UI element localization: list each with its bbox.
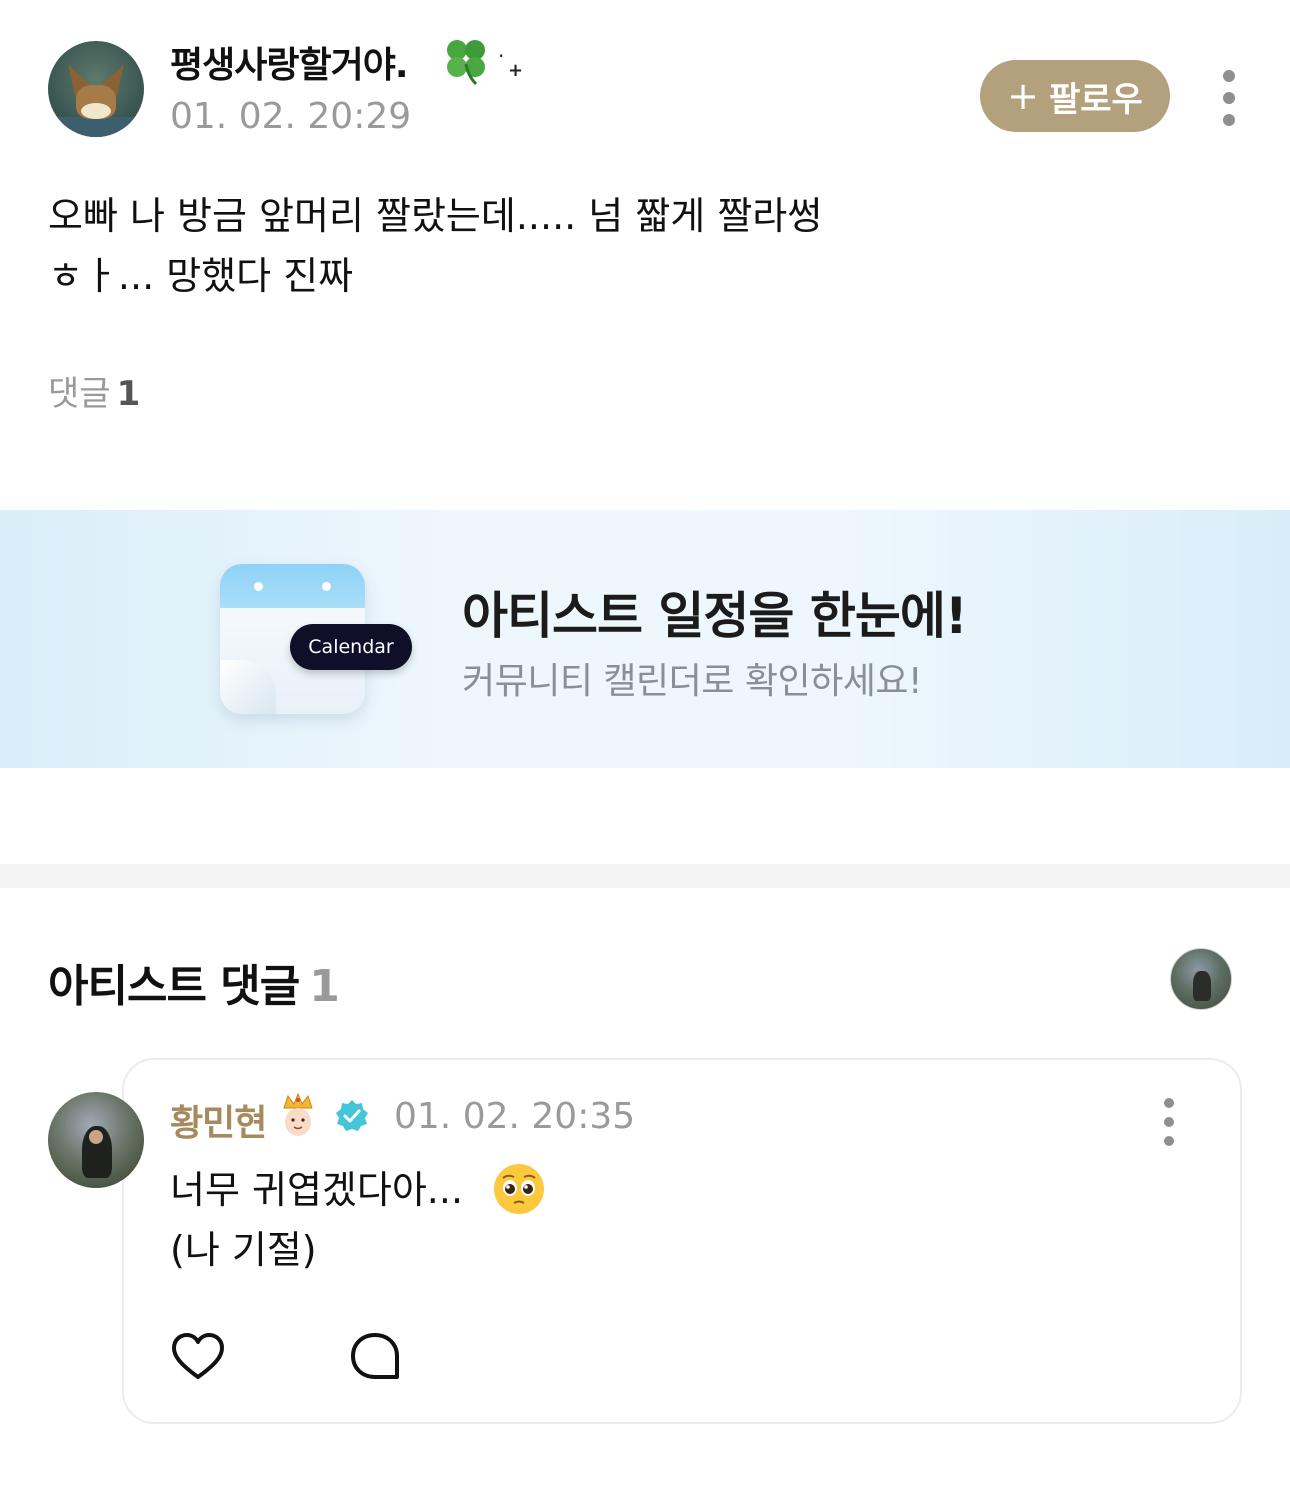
artist-comments-label: 아티스트 댓글: [48, 961, 300, 1012]
sparkle-plus-icon: +: [508, 60, 524, 81]
post-timestamp: 01. 02. 20:29: [170, 96, 412, 137]
four-leaf-clover-icon: [447, 40, 485, 86]
pleading-face-emoji: [494, 1164, 544, 1214]
banner-subtitle: 커뮤니티 캘린더로 확인하세요!: [462, 661, 922, 702]
banner-title: 아티스트 일정을 한눈에!: [462, 587, 968, 645]
post-more-options-icon[interactable]: [1223, 70, 1235, 126]
heart-icon[interactable]: [170, 1330, 226, 1386]
follow-button-label: 팔로우: [1049, 79, 1143, 120]
calendar-tag: Calendar: [290, 624, 412, 670]
comment-more-options-icon[interactable]: [1163, 1098, 1175, 1146]
sparkle-dot-icon: ·: [498, 44, 505, 68]
artist-avatar-small[interactable]: [1170, 948, 1232, 1010]
plus-icon: +: [1007, 74, 1039, 118]
follow-button[interactable]: + 팔로우: [980, 60, 1170, 132]
artist-comments-count: 1: [309, 961, 340, 1012]
comment-count-label: 댓글: [48, 374, 111, 414]
section-divider: [0, 864, 1290, 888]
comment-body: 너무 귀엽겠다아... (나 기절): [170, 1168, 464, 1272]
crown-prince-emoji: [283, 1092, 313, 1136]
comment-count[interactable]: 댓글 1: [48, 366, 140, 415]
artist-comments-title: 아티스트 댓글 1: [48, 950, 340, 1014]
post-body: 오빠 나 방금 앞머리 짤랐는데..... 넘 짧게 짤라썽 ㅎㅏ... 망했다…: [48, 194, 823, 298]
author-name[interactable]: 평생사랑할거야.: [170, 36, 409, 88]
comment-timestamp: 01. 02. 20:35: [394, 1096, 636, 1137]
commenter-avatar[interactable]: [48, 1092, 144, 1188]
verified-badge-icon: [336, 1100, 368, 1131]
comment-bubble-icon[interactable]: [348, 1330, 402, 1384]
comment-count-value: 1: [116, 374, 141, 414]
author-avatar[interactable]: [48, 41, 144, 137]
commenter-name[interactable]: 황민현: [170, 1094, 267, 1146]
